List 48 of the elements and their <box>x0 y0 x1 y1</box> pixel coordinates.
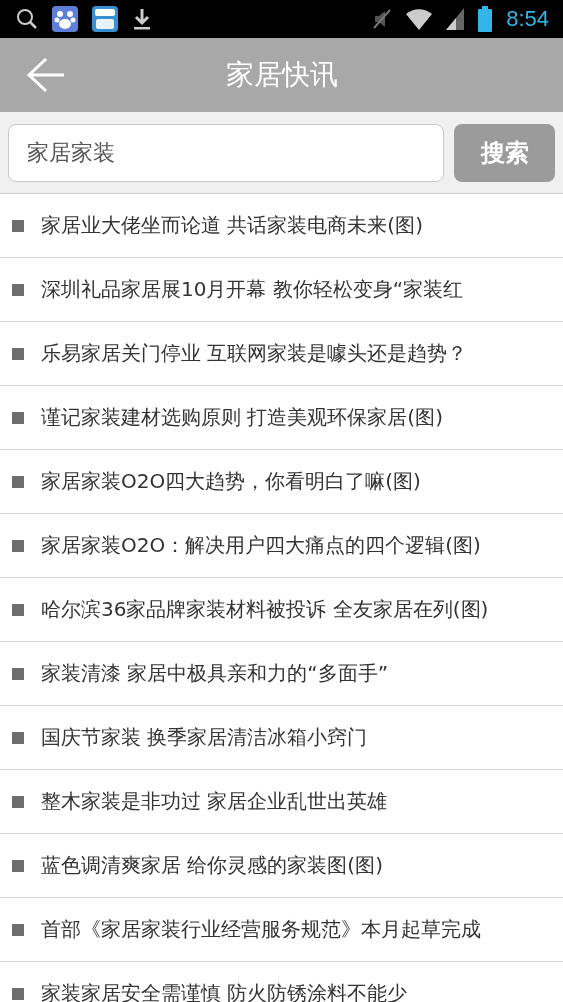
bullet-icon <box>12 859 24 872</box>
news-row[interactable]: 国庆节家装 换季家居清洁冰箱小窍门 <box>0 706 563 770</box>
news-link[interactable]: 国庆节家装 换季家居清洁冰箱小窍门 <box>41 724 368 751</box>
news-link[interactable]: 首部《家居家装行业经营服务规范》本月起草完成 <box>41 916 481 943</box>
bullet-icon <box>12 731 24 744</box>
news-link[interactable]: 蓝色调清爽家居 给你灵感的家装图(图) <box>41 852 383 879</box>
bullet-icon <box>12 283 24 296</box>
news-link[interactable]: 整木家装是非功过 家居企业乱世出英雄 <box>41 788 388 815</box>
search-field[interactable]: 家居家装 <box>8 123 444 182</box>
news-row[interactable]: 首部《家居家装行业经营服务规范》本月起草完成 <box>0 898 563 962</box>
bullet-icon <box>12 347 24 360</box>
bullet-icon <box>12 923 24 936</box>
news-link[interactable]: 乐易家居关门停业 互联网家装是噱头还是趋势？ <box>41 340 468 367</box>
news-link[interactable]: 深圳礼品家居展10月开幕 教你轻松变身“家装红 <box>41 276 464 303</box>
news-link[interactable]: 家居业大佬坐而论道 共话家装电商未来(图) <box>41 212 423 239</box>
search-icon <box>16 8 38 30</box>
bullet-icon <box>12 603 24 616</box>
paw-app-icon <box>52 6 78 32</box>
news-row[interactable]: 整木家装是非功过 家居企业乱世出英雄 <box>0 770 563 834</box>
status-time: 8:54 <box>506 6 549 32</box>
news-link[interactable]: 家装清漆 家居中极具亲和力的“多面手” <box>41 660 389 687</box>
news-row[interactable]: 家居业大佬坐而论道 共话家装电商未来(图) <box>0 194 563 258</box>
battery-icon <box>478 6 493 32</box>
news-row[interactable]: 乐易家居关门停业 互联网家装是噱头还是趋势？ <box>0 322 563 386</box>
bullet-icon <box>12 667 24 680</box>
app-icon <box>92 6 118 32</box>
signal-icon <box>446 8 465 30</box>
news-row[interactable]: 蓝色调清爽家居 给你灵感的家装图(图) <box>0 834 563 898</box>
bullet-icon <box>12 219 24 232</box>
bullet-icon <box>12 475 24 488</box>
header-title: 家居快讯 <box>225 57 338 93</box>
news-link[interactable]: 哈尔滨36家品牌家装材料被投诉 全友家居在列(图) <box>41 596 489 623</box>
download-icon <box>132 7 152 31</box>
news-row[interactable]: 家居家装O2O：解决用户四大痛点的四个逻辑(图) <box>0 514 563 578</box>
muted-icon <box>372 8 393 30</box>
news-link[interactable]: 家居家装O2O四大趋势，你看明白了嘛(图) <box>41 468 421 495</box>
news-row[interactable]: 家居家装O2O四大趋势，你看明白了嘛(图) <box>0 450 563 514</box>
news-link[interactable]: 家居家装O2O：解决用户四大痛点的四个逻辑(图) <box>41 532 481 559</box>
bullet-icon <box>12 795 24 808</box>
news-link[interactable]: 谨记家装建材选购原则 打造美观环保家居(图) <box>41 404 443 431</box>
news-row[interactable]: 家装清漆 家居中极具亲和力的“多面手” <box>0 642 563 706</box>
bullet-icon <box>12 411 24 424</box>
news-row[interactable]: 哈尔滨36家品牌家装材料被投诉 全友家居在列(图) <box>0 578 563 642</box>
news-row[interactable]: 谨记家装建材选购原则 打造美观环保家居(图) <box>0 386 563 450</box>
bullet-icon <box>12 539 24 552</box>
news-row[interactable]: 深圳礼品家居展10月开幕 教你轻松变身“家装红 <box>0 258 563 322</box>
bullet-icon <box>12 987 24 1000</box>
wifi-icon <box>406 8 433 30</box>
